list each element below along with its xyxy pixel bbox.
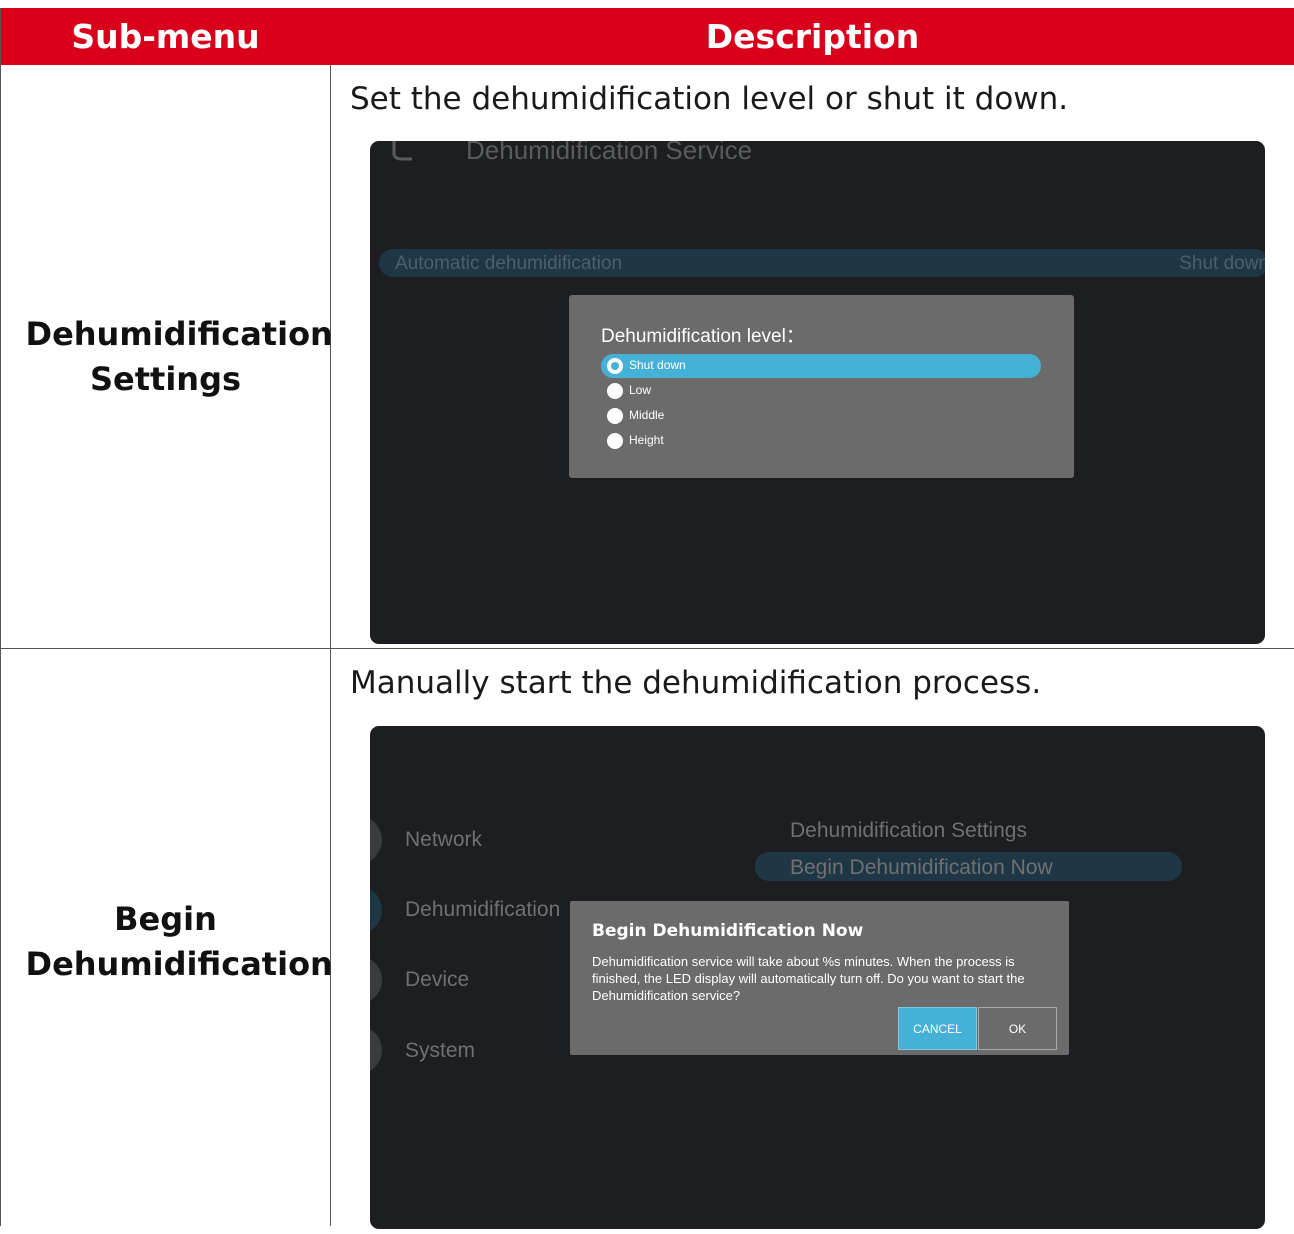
dehumidification-service-screenshot: Dehumidification Service Automatic dehum… [370,141,1265,644]
network-icon [370,816,382,864]
begin-dehumidification-now-item[interactable]: Begin Dehumidification Now [790,856,1053,880]
description-text: Set the dehumidification level or shut i… [350,81,1069,117]
option-middle[interactable]: Middle [601,404,1041,428]
menu-dehumidification[interactable]: Dehumidification [405,898,560,922]
table-header: Sub-menu Description [1,8,1294,65]
menu-device[interactable]: Device [405,968,469,992]
radio-icon [607,433,623,449]
sub-menu-cell: Dehumidification Settings [1,65,333,648]
option-label: Shut down [629,358,686,372]
dehumidification-icon [370,886,382,934]
header-description: Description [705,17,920,56]
radio-selected-icon [607,358,623,374]
option-label: Middle [629,408,665,422]
table-row: Dehumidification Settings Set the dehumi… [1,65,1294,649]
dialog-message: Dehumidification service will take about… [592,954,1025,1003]
screen-title: Dehumidification Service [466,141,753,165]
header-sub-menu: Sub-menu [71,17,260,56]
dehumidification-settings-item[interactable]: Dehumidification Settings [790,819,1027,843]
dehumidification-level-dialog: Dehumidification level： Shut down Low Mi… [569,295,1074,478]
begin-dehumidification-dialog: Begin Dehumidification Now Dehumidificat… [570,901,1069,1055]
begin-dehumidification-screenshot: Network Dehumidification Device System D… [370,726,1265,1229]
ok-button[interactable]: OK [978,1007,1057,1050]
back-icon[interactable] [390,141,414,161]
sub-menu-label: Begin Dehumidification [25,899,333,983]
menu-system[interactable]: System [405,1039,475,1063]
menu-network[interactable]: Network [405,828,482,852]
description-text: Manually start the dehumidification proc… [350,665,1042,701]
submenu-table: Sub-menu Description Dehumidification Se… [0,8,1294,1229]
device-icon [370,956,382,1004]
cancel-button[interactable]: CANCEL [898,1007,977,1050]
option-low[interactable]: Low [601,379,1041,403]
option-height[interactable]: Height [601,429,1041,453]
radio-icon [607,383,623,399]
system-icon [370,1026,382,1074]
sub-menu-cell: Begin Dehumidification [1,649,333,1234]
automatic-dehumidification-row[interactable]: Automatic dehumidification Shut down [379,249,1265,277]
table-row: Begin Dehumidification Manually start th… [1,649,1294,1234]
dialog-title: Dehumidification level： [601,326,805,347]
setting-value: Shut down [1179,253,1265,274]
radio-icon [607,408,623,424]
option-shut-down[interactable]: Shut down [601,354,1041,378]
sub-menu-label: Dehumidification Settings [25,314,333,398]
dialog-title: Begin Dehumidification Now [592,921,864,941]
option-label: Height [629,433,664,447]
setting-label: Automatic dehumidification [395,253,623,274]
option-label: Low [629,383,652,397]
